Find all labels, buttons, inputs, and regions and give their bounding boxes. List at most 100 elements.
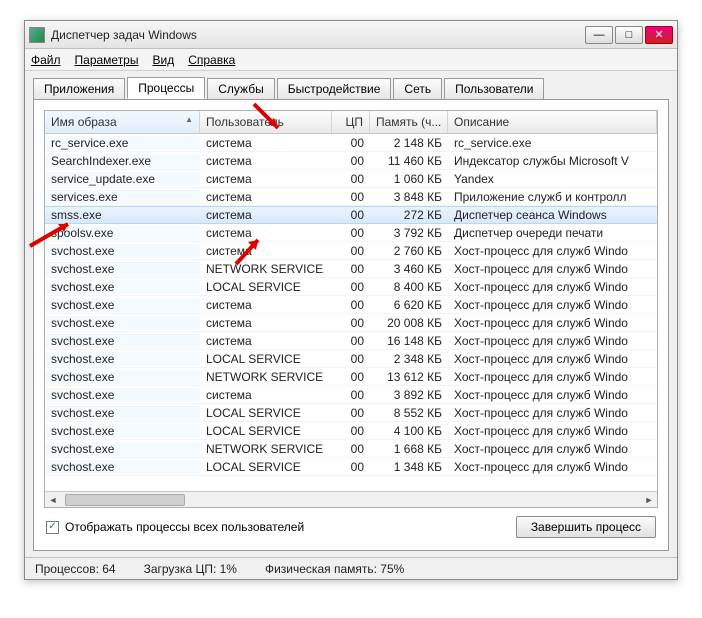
cell-user: система — [200, 172, 332, 186]
scroll-left-icon[interactable]: ◄ — [45, 495, 61, 505]
cell-desc: rc_service.exe — [448, 136, 657, 150]
col-memory[interactable]: Память (ч... — [370, 111, 448, 133]
minimize-button[interactable]: — — [585, 26, 613, 44]
cell-cpu: 00 — [332, 460, 370, 474]
tab-services[interactable]: Службы — [207, 78, 274, 100]
cell-image: svchost.exe — [45, 460, 200, 474]
table-row[interactable]: svchost.exeNETWORK SERVICE0013 612 КБХос… — [45, 368, 657, 386]
cell-cpu: 00 — [332, 334, 370, 348]
table-row[interactable]: rc_service.exeсистема002 148 КБrc_servic… — [45, 134, 657, 152]
cell-desc: Хост-процесс для служб Windo — [448, 442, 657, 456]
cell-desc: Хост-процесс для служб Windo — [448, 262, 657, 276]
cell-cpu: 00 — [332, 226, 370, 240]
cell-cpu: 00 — [332, 298, 370, 312]
cell-user: LOCAL SERVICE — [200, 460, 332, 474]
cell-user: NETWORK SERVICE — [200, 442, 332, 456]
tab-performance[interactable]: Быстродействие — [277, 78, 392, 100]
cell-image: svchost.exe — [45, 316, 200, 330]
table-row[interactable]: svchost.exeLOCAL SERVICE004 100 КБХост-п… — [45, 422, 657, 440]
table-row[interactable]: spoolsv.exeсистема003 792 КБДиспетчер оч… — [45, 224, 657, 242]
cell-user: LOCAL SERVICE — [200, 406, 332, 420]
table-row[interactable]: svchost.exeLOCAL SERVICE002 348 КБХост-п… — [45, 350, 657, 368]
table-row[interactable]: svchost.exeсистема006 620 КБХост-процесс… — [45, 296, 657, 314]
tab-processes[interactable]: Процессы — [127, 77, 205, 99]
cell-mem: 3 892 КБ — [370, 388, 448, 402]
cell-desc: Хост-процесс для служб Windo — [448, 460, 657, 474]
col-description[interactable]: Описание — [448, 111, 657, 133]
cell-image: smss.exe — [45, 208, 200, 222]
table-row[interactable]: svchost.exeLOCAL SERVICE001 348 КБХост-п… — [45, 458, 657, 476]
cell-mem: 4 100 КБ — [370, 424, 448, 438]
col-cpu[interactable]: ЦП — [332, 111, 370, 133]
cell-mem: 11 460 КБ — [370, 154, 448, 168]
table-row[interactable]: svchost.exeсистема003 892 КБХост-процесс… — [45, 386, 657, 404]
cell-user: система — [200, 388, 332, 402]
cell-image: svchost.exe — [45, 406, 200, 420]
cell-user: система — [200, 136, 332, 150]
table-row[interactable]: services.exeсистема003 848 КБПриложение … — [45, 188, 657, 206]
scroll-right-icon[interactable]: ► — [641, 495, 657, 505]
col-user[interactable]: Пользователь — [200, 111, 332, 133]
tab-network[interactable]: Сеть — [393, 78, 442, 100]
column-headers: Имя образа▲ Пользователь ЦП Память (ч...… — [45, 111, 657, 134]
table-row[interactable]: smss.exeсистема00272 КБДиспетчер сеанса … — [45, 206, 657, 224]
end-process-button[interactable]: Завершить процесс — [516, 516, 656, 538]
cell-mem: 3 848 КБ — [370, 190, 448, 204]
tab-users[interactable]: Пользователи — [444, 78, 544, 100]
table-row[interactable]: svchost.exeсистема0020 008 КБХост-процес… — [45, 314, 657, 332]
tab-applications[interactable]: Приложения — [33, 78, 125, 100]
cell-cpu: 00 — [332, 262, 370, 276]
table-row[interactable]: svchost.exeсистема0016 148 КБХост-процес… — [45, 332, 657, 350]
cell-desc: Хост-процесс для служб Windo — [448, 406, 657, 420]
cell-cpu: 00 — [332, 424, 370, 438]
cell-image: service_update.exe — [45, 172, 200, 186]
table-row[interactable]: service_update.exeсистема001 060 КБYande… — [45, 170, 657, 188]
cell-user: система — [200, 244, 332, 258]
menu-view[interactable]: Вид — [152, 53, 174, 67]
cell-cpu: 00 — [332, 190, 370, 204]
maximize-button[interactable]: □ — [615, 26, 643, 44]
table-row[interactable]: svchost.exeNETWORK SERVICE001 668 КБХост… — [45, 440, 657, 458]
cell-user: NETWORK SERVICE — [200, 370, 332, 384]
cell-cpu: 00 — [332, 352, 370, 366]
cell-user: система — [200, 190, 332, 204]
cell-mem: 2 348 КБ — [370, 352, 448, 366]
menu-file[interactable]: Файл — [31, 53, 61, 67]
table-row[interactable]: svchost.exeLOCAL SERVICE008 552 КБХост-п… — [45, 404, 657, 422]
titlebar[interactable]: Диспетчер задач Windows — □ ✕ — [25, 21, 677, 49]
table-row[interactable]: svchost.exeсистема002 760 КБХост-процесс… — [45, 242, 657, 260]
show-all-users-checkbox[interactable]: ✓ Отображать процессы всех пользователей — [46, 520, 304, 534]
cell-image: spoolsv.exe — [45, 226, 200, 240]
menu-help[interactable]: Справка — [188, 53, 235, 67]
checkbox-label: Отображать процессы всех пользователей — [65, 520, 304, 534]
process-list: Имя образа▲ Пользователь ЦП Память (ч...… — [44, 110, 658, 508]
cell-desc: Хост-процесс для служб Windo — [448, 244, 657, 258]
table-row[interactable]: svchost.exeLOCAL SERVICE008 400 КБХост-п… — [45, 278, 657, 296]
menubar: Файл Параметры Вид Справка — [25, 49, 677, 71]
cell-image: svchost.exe — [45, 334, 200, 348]
cell-user: система — [200, 316, 332, 330]
cell-image: SearchIndexer.exe — [45, 154, 200, 168]
cell-image: svchost.exe — [45, 244, 200, 258]
menu-options[interactable]: Параметры — [75, 53, 139, 67]
table-row[interactable]: svchost.exeNETWORK SERVICE003 460 КБХост… — [45, 260, 657, 278]
cell-user: LOCAL SERVICE — [200, 424, 332, 438]
cell-image: services.exe — [45, 190, 200, 204]
horizontal-scrollbar[interactable]: ◄ ► — [45, 491, 657, 507]
status-processes: Процессов: 64 — [35, 562, 116, 576]
table-row[interactable]: SearchIndexer.exeсистема0011 460 КБИндек… — [45, 152, 657, 170]
taskmgr-window: Диспетчер задач Windows — □ ✕ Файл Парам… — [24, 20, 678, 580]
cell-image: svchost.exe — [45, 262, 200, 276]
cell-cpu: 00 — [332, 388, 370, 402]
col-image-name[interactable]: Имя образа▲ — [45, 111, 200, 133]
process-rows[interactable]: rc_service.exeсистема002 148 КБrc_servic… — [45, 134, 657, 491]
app-icon — [29, 27, 45, 43]
close-button[interactable]: ✕ — [645, 26, 673, 44]
cell-mem: 1 060 КБ — [370, 172, 448, 186]
tab-content: Имя образа▲ Пользователь ЦП Память (ч...… — [33, 99, 669, 551]
cell-user: LOCAL SERVICE — [200, 280, 332, 294]
cell-desc: Хост-процесс для служб Windo — [448, 370, 657, 384]
scroll-thumb[interactable] — [65, 494, 185, 506]
sort-asc-icon: ▲ — [185, 115, 193, 124]
cell-desc: Хост-процесс для служб Windo — [448, 280, 657, 294]
